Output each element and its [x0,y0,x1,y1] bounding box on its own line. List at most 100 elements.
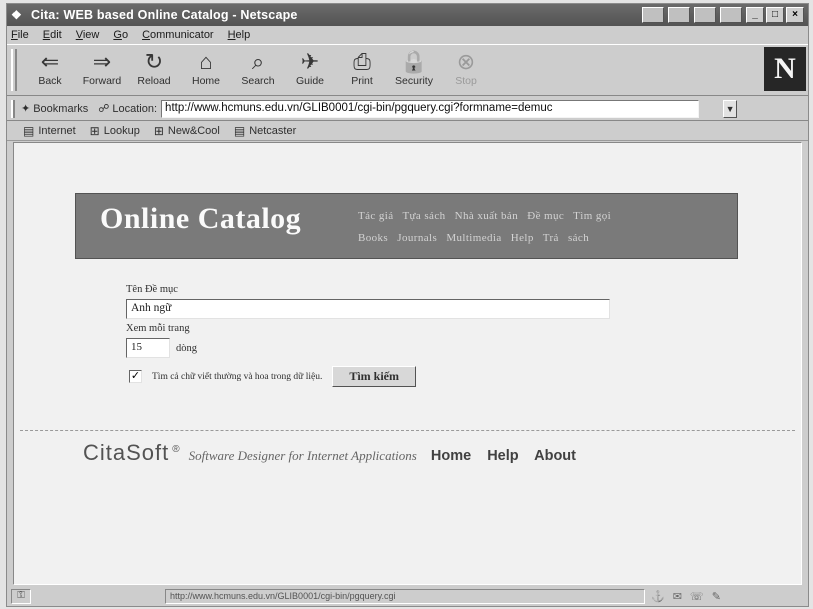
menu-bar: File Edit View Go Communicator Help [7,26,808,44]
guide-icon: ✈ [300,49,320,74]
banner-link-help[interactable]: Help [511,232,534,244]
banner-links-row1: Tác giả Tựa sách Nhà xuất bản Đề mục Tìm… [358,210,617,222]
window-title: Cita: WEB based Online Catalog - Netscap… [31,8,298,22]
bookmarks-icon: ✦ [21,103,31,115]
footer-link-help[interactable]: Help [487,448,518,464]
search-icon: ⌕ [251,49,265,74]
netscape-logo[interactable]: N [764,47,806,91]
location-label-text: Location: [112,102,158,115]
menu-go[interactable]: Go [113,29,128,41]
search-label: Search [241,75,275,87]
close-button[interactable]: × [786,7,804,23]
page-proxy-icon[interactable]: ☍ [98,102,109,115]
status-bar: ⚿ http://www.hcmuns.edu.vn/GLIB0001/cgi-… [7,587,808,606]
case-insensitive-label: Tìm cả chữ viết thường và hoa trong dữ l… [152,371,323,382]
composer-icon[interactable]: ✎ [712,590,721,603]
footer-link-about[interactable]: About [534,448,576,464]
forward-label: Forward [82,75,122,87]
personal-item-newcool[interactable]: ⊞ New&Cool [154,124,220,138]
component-bar: ⚓ ✉ ☏ ✎ [651,590,721,603]
footer-link-home[interactable]: Home [431,448,471,464]
back-button[interactable]: ⇐ Back [25,49,75,93]
rows-per-page-input[interactable]: 15 [126,338,170,358]
personal-item-label: New&Cool [167,124,220,137]
forward-button[interactable]: ⇒ Forward [77,49,127,93]
reload-icon: ↻ [144,49,164,74]
location-label: ☍ Location: [98,102,158,116]
taskbar-icon-3[interactable] [694,7,716,23]
bookmarks-label: Bookmarks [33,102,89,115]
menu-communicator[interactable]: Communicator [142,29,214,41]
security-button[interactable]: 🔒 Security [389,49,439,93]
banner-link-journals[interactable]: Journals [397,232,437,244]
bookmark-page-icon: ▤ [23,123,35,138]
netscape-app-icon: ❖ [11,8,22,22]
taskbar-icon-4[interactable] [720,7,742,23]
home-label: Home [191,75,220,87]
folder-icon: ⊞ [89,123,100,138]
taskbar-shortcuts [640,7,742,23]
reload-label: Reload [137,75,171,87]
banner-link-publisher[interactable]: Nhà xuất bản [455,210,518,222]
status-text: http://www.hcmuns.edu.vn/GLIB0001/cgi-bi… [165,589,645,604]
banner-link-author[interactable]: Tác giả [358,210,393,222]
url-input[interactable]: http://www.hcmuns.edu.vn/GLIB0001/cgi-bi… [161,99,700,118]
search-button[interactable]: ⌕ Search [233,49,283,93]
citasoft-brand: CitaSoft [83,440,170,465]
case-insensitive-checkbox[interactable]: ✓ [129,370,142,383]
footer-links: Home Help About [431,448,588,464]
banner-link-subject[interactable]: Đề mục [527,210,564,222]
page-content: Online Catalog Tác giả Tựa sách Nhà xuất… [13,142,802,585]
menu-file[interactable]: File [11,29,29,41]
guide-label: Guide [295,75,325,87]
folder-icon: ⊞ [153,123,164,138]
case-row: ✓ Tìm cả chữ viết thường và hoa trong dữ… [129,366,610,387]
banner-link-books-vn[interactable]: sách [568,232,589,244]
bookmarks-button[interactable]: ✦ Bookmarks [21,102,89,116]
mail-icon[interactable]: ✉ [673,590,682,603]
personal-item-netcaster[interactable]: ▤ Netcaster [234,124,296,138]
banner-link-title[interactable]: Tựa sách [402,210,445,222]
personal-item-internet[interactable]: ▤ Internet [23,124,76,138]
catalog-banner: Online Catalog Tác giả Tựa sách Nhà xuất… [75,193,738,259]
personal-item-label: Netcaster [249,124,297,137]
browser-window: ❖ Cita: WEB based Online Catalog - Netsc… [6,3,809,607]
toolbar-grip[interactable] [11,49,17,91]
print-icon: ⎙ [353,49,371,74]
subject-field-label: Tên Đề mục [126,284,178,295]
rows-row: 15 dòng [126,338,610,358]
stop-button[interactable]: ⊗ Stop [441,49,491,93]
menu-edit[interactable]: Edit [43,29,62,41]
maximize-button[interactable]: □ [766,7,784,23]
search-submit-button[interactable]: Tìm kiếm [332,366,416,387]
taskbar-icon-2[interactable] [668,7,690,23]
title-bar[interactable]: ❖ Cita: WEB based Online Catalog - Netsc… [7,4,808,26]
subject-input[interactable]: Anh ngữ [126,299,610,319]
security-status-icon[interactable]: ⚿ [11,589,31,604]
personal-toolbar: ▤ Internet ⊞ Lookup ⊞ New&Cool ▤ Netcast… [7,121,808,141]
personal-item-label: Internet [38,124,76,137]
menu-help[interactable]: Help [228,29,251,41]
banner-link-return[interactable]: Trả [543,232,559,244]
stop-icon: ⊗ [456,49,476,74]
reload-button[interactable]: ↻ Reload [129,49,179,93]
discussion-icon[interactable]: ☏ [690,590,704,603]
minimize-button[interactable]: _ [746,7,764,23]
citasoft-logo[interactable]: CitaSoft ® [83,440,181,466]
print-button[interactable]: ⎙ Print [337,49,387,93]
banner-link-callno[interactable]: Tìm gọi [573,210,611,222]
home-icon: ⌂ [199,49,213,74]
banner-link-books[interactable]: Books [358,232,388,244]
banner-link-multimedia[interactable]: Multimedia [446,232,501,244]
home-button[interactable]: ⌂ Home [181,49,231,93]
back-arrow-icon: ⇐ [40,49,60,74]
personal-item-lookup[interactable]: ⊞ Lookup [90,124,140,138]
guide-button[interactable]: ✈ Guide [285,49,335,93]
taskbar-icon-1[interactable] [642,7,664,23]
navigator-icon[interactable]: ⚓ [651,590,665,603]
bookmark-page-icon: ▤ [233,123,246,138]
url-dropdown-icon[interactable]: ▼ [723,99,738,118]
menu-view[interactable]: View [76,29,100,41]
location-grip[interactable] [11,99,15,118]
print-label: Print [351,75,373,87]
